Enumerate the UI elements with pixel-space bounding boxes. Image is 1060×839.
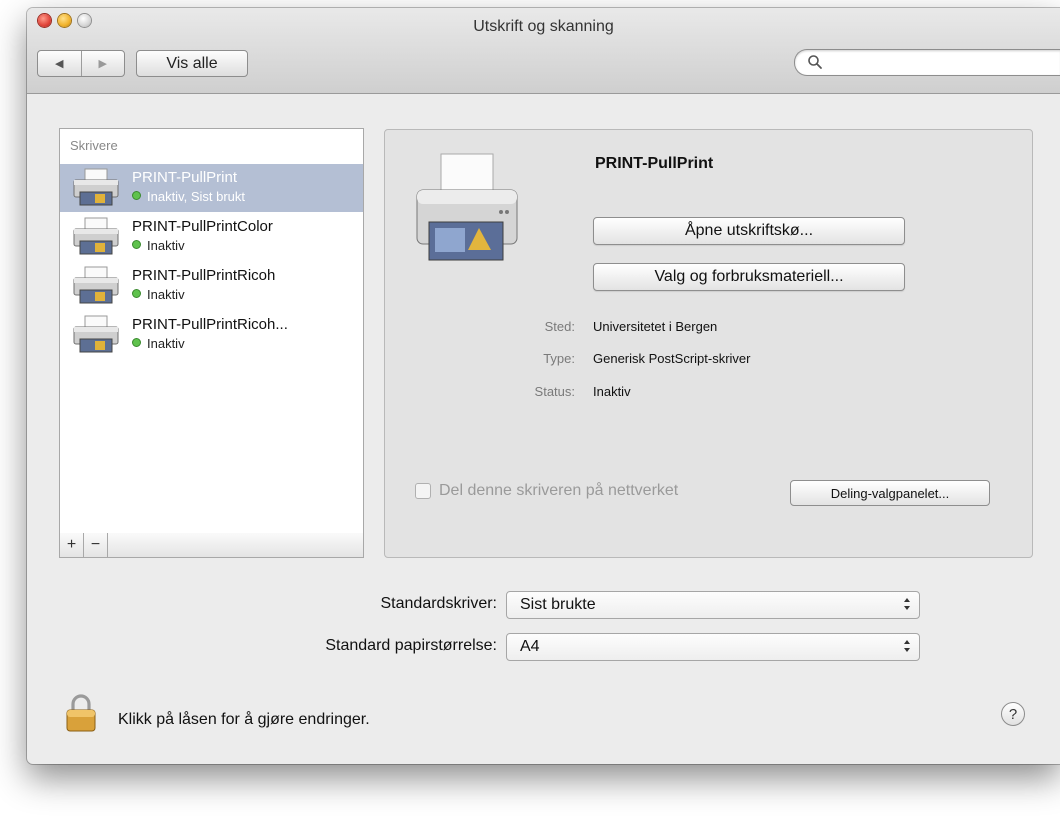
printer-list-item-pullprintricoh[interactable]: PRINT-PullPrintRicoh Inaktiv [60,262,363,310]
printer-list-item-pullprintcolor[interactable]: PRINT-PullPrintColor Inaktiv [60,213,363,261]
printer-status: Inaktiv [132,287,185,302]
printer-detail-panel: PRINT-PullPrint Åpne utskriftskø... Valg… [384,129,1033,558]
share-printer-checkbox[interactable] [415,483,431,499]
status-value: Inaktiv [593,384,631,399]
default-printer-value: Sist brukte [520,596,596,613]
status-dot-icon [132,191,141,200]
default-printer-select[interactable]: Sist brukte [506,591,920,619]
printer-name: PRINT-PullPrintColor [132,218,273,235]
up-down-arrows-icon [904,640,910,652]
share-printer-row: Del denne skriveren på nettverket [415,482,678,500]
lock-instruction-text: Klikk på låsen for å gjøre endringer. [118,711,370,728]
help-button[interactable]: ? [1001,702,1025,726]
printer-status: Inaktiv, Sist brukt [132,189,245,204]
printer-large-icon [416,153,518,261]
printer-name: PRINT-PullPrint [132,169,238,186]
share-printer-label: Del denne skriveren på nettverket [439,482,679,499]
printer-list-header: Skrivere [70,138,118,153]
status-label: Status: [534,384,575,399]
lock-icon[interactable] [66,694,96,732]
title-bar: Utskrift og skanning ◀ ▶ Vis alle [27,8,1060,94]
back-arrow-icon: ◀ [55,58,64,70]
default-paper-size-select[interactable]: A4 [506,633,920,661]
forward-button[interactable]: ▶ [80,51,125,76]
status-dot-icon [132,338,141,347]
selected-printer-name: PRINT-PullPrint [595,155,714,172]
sharing-preferences-button[interactable]: Deling-valgpanelet... [790,480,990,506]
add-printer-button[interactable]: + [60,533,84,557]
up-down-arrows-icon [904,598,910,610]
printer-name: PRINT-PullPrintRicoh [132,267,276,284]
printer-list-item-pullprintricoh-2[interactable]: PRINT-PullPrintRicoh... Inaktiv [60,311,363,359]
open-print-queue-button[interactable]: Åpne utskriftskø... [593,217,905,245]
printer-list[interactable]: Skrivere PRINT-PullPrint Inaktiv, Sist b… [59,128,364,534]
type-value: Generisk PostScript-skriver [593,351,751,366]
search-input[interactable] [827,53,1051,73]
printer-list-footer: + − [59,533,364,558]
location-label: Sted: [544,319,575,334]
show-all-button[interactable]: Vis alle [136,50,248,77]
printer-name: PRINT-PullPrintRicoh... [132,316,288,333]
printer-icon [73,266,119,304]
options-supplies-button[interactable]: Valg og forbruksmateriell... [593,263,905,291]
status-dot-icon [132,240,141,249]
printer-icon [73,315,119,353]
printer-status-text: Inaktiv [147,287,185,302]
remove-printer-button[interactable]: − [84,533,108,557]
printer-status-text: Inaktiv [147,238,185,253]
back-button[interactable]: ◀ [38,51,81,76]
printer-icon [73,168,119,206]
printer-status: Inaktiv [132,238,185,253]
printer-list-item-pullprint[interactable]: PRINT-PullPrint Inaktiv, Sist brukt [60,164,363,212]
preferences-window: Utskrift og skanning ◀ ▶ Vis alle Skrive… [27,8,1060,764]
printer-status-text: Inaktiv, Sist brukt [147,189,246,204]
window-title: Utskrift og skanning [473,18,614,35]
search-icon [808,55,822,69]
search-field[interactable] [794,49,1060,76]
printer-status-text: Inaktiv [147,336,185,351]
type-label: Type: [543,351,575,366]
default-printer-label: Standardskriver: [380,595,498,612]
printer-status: Inaktiv [132,336,185,351]
status-dot-icon [132,289,141,298]
navigation-buttons: ◀ ▶ [37,50,125,77]
location-value: Universitetet i Bergen [593,319,718,334]
forward-arrow-icon: ▶ [98,58,107,70]
default-paper-size-label: Standard papirstørrelse: [325,637,497,654]
default-paper-size-value: A4 [520,638,540,655]
printer-icon [73,217,119,255]
